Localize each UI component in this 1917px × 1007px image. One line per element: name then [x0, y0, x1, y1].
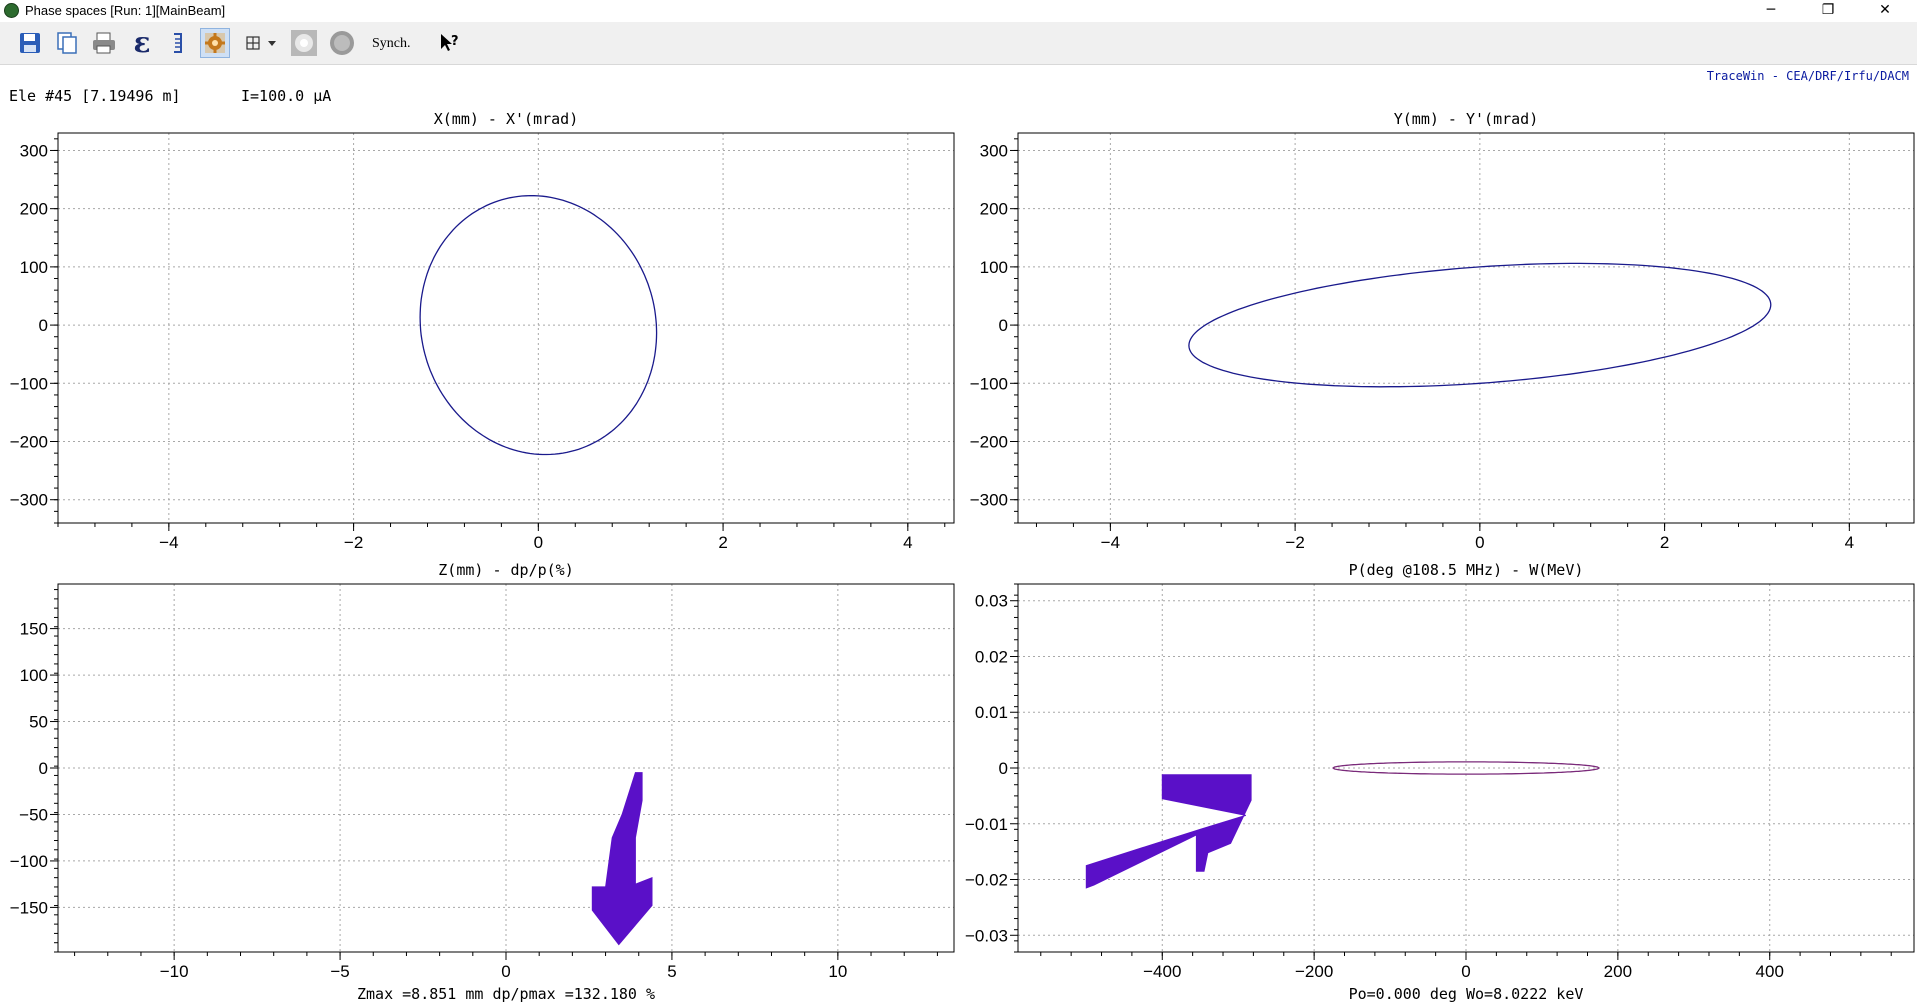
plot-frame: [1017, 132, 1915, 524]
y-tick-label: 50: [29, 713, 48, 732]
plot-4: −400 −200 0 200 400 0.03 0.02 0.01 0 −0.01 −0.02 −0…: [965, 561, 1915, 1003]
x-tick-label: −4: [159, 533, 178, 552]
y-tick-label: 100: [980, 258, 1008, 277]
y-tick-label: −300: [10, 491, 48, 510]
x-tick-label: 0: [1475, 533, 1484, 552]
x-tick-label: 4: [1845, 533, 1854, 552]
x-tick-label: 0: [1461, 962, 1470, 981]
x-tick-label: 200: [1604, 962, 1632, 981]
y-tick-label: 0.03: [975, 592, 1008, 611]
y-tick-label: −100: [10, 852, 48, 871]
x-tick-label: 10: [828, 962, 847, 981]
y-tick-label: 0: [999, 316, 1008, 335]
y-tick-label: 150: [20, 620, 48, 639]
plot-3: −10 −5 0 5 10150100500−50−100−150Z(mm) - dp/…: [10, 561, 955, 1003]
x-tick-label: −200: [1295, 962, 1333, 981]
x-tick-label: −2: [1285, 533, 1304, 552]
x-tick-label: −4: [1101, 533, 1120, 552]
plot-title: Z(mm) - dp/p(%): [438, 561, 573, 579]
x-tick-label: 2: [718, 533, 727, 552]
y-tick-label: −0.01: [965, 815, 1008, 834]
x-tick-label: 2: [1660, 533, 1669, 552]
y-tick-label: 300: [20, 141, 48, 160]
y-tick-label: −300: [970, 491, 1008, 510]
y-tick-label: −0.02: [965, 871, 1008, 890]
particle-distribution: [591, 772, 653, 946]
x-tick-label: −5: [330, 962, 349, 981]
y-tick-label: −200: [970, 433, 1008, 452]
phase-space-plots: −4 −2 0 2 43002001000−100−200−300X(mm) - X'(…: [10, 110, 1915, 1003]
particle-distribution: [1085, 774, 1252, 889]
plot-title: P(deg @108.5 MHz) - W(MeV): [1349, 561, 1584, 579]
y-tick-label: −150: [10, 898, 48, 917]
y-tick-label: 0.01: [975, 703, 1008, 722]
y-tick-label: −0.03: [965, 926, 1008, 945]
y-tick-label: −200: [10, 433, 48, 452]
plot-frame: [57, 132, 955, 524]
plot-title: X(mm) - X'(mrad): [434, 110, 579, 128]
x-tick-label: −2: [344, 533, 363, 552]
x-tick-label: 400: [1756, 962, 1784, 981]
plot-1: −4 −2 0 2 4 300 200 100 0 −100 −200 −300 X(mm) - X'(…: [10, 110, 955, 552]
y-tick-label: 0.02: [975, 647, 1008, 666]
y-tick-label: 100: [20, 258, 48, 277]
x-tick-label: 0: [534, 533, 543, 552]
y-tick-label: 200: [20, 200, 48, 219]
y-tick-label: −100: [970, 374, 1008, 393]
y-tick-label: 0: [999, 759, 1008, 778]
plot-footer: Po=0.000 deg Wo=8.0222 keV: [1349, 985, 1584, 1003]
y-tick-label: −100: [10, 374, 48, 393]
plot-footer: Zmax =8.851 mm dp/pmax =132.180 %: [357, 985, 655, 1003]
x-tick-label: 0: [501, 962, 510, 981]
x-tick-label: −400: [1143, 962, 1181, 981]
plot-title: Y(mm) - Y'(mrad): [1394, 110, 1539, 128]
plot-2: −4 −2 0 2 4 300 200 100 0 −100 −200 −300 Y(mm) - Y'(…: [970, 110, 1915, 552]
y-tick-label: 200: [980, 200, 1008, 219]
y-tick-label: −50: [19, 805, 48, 824]
y-tick-label: 100: [20, 666, 48, 685]
x-tick-label: 4: [903, 533, 912, 552]
x-tick-label: −10: [160, 962, 189, 981]
x-tick-label: 5: [667, 962, 676, 981]
y-tick-label: 0: [39, 759, 48, 778]
y-tick-label: 0: [39, 316, 48, 335]
y-tick-label: 300: [980, 141, 1008, 160]
